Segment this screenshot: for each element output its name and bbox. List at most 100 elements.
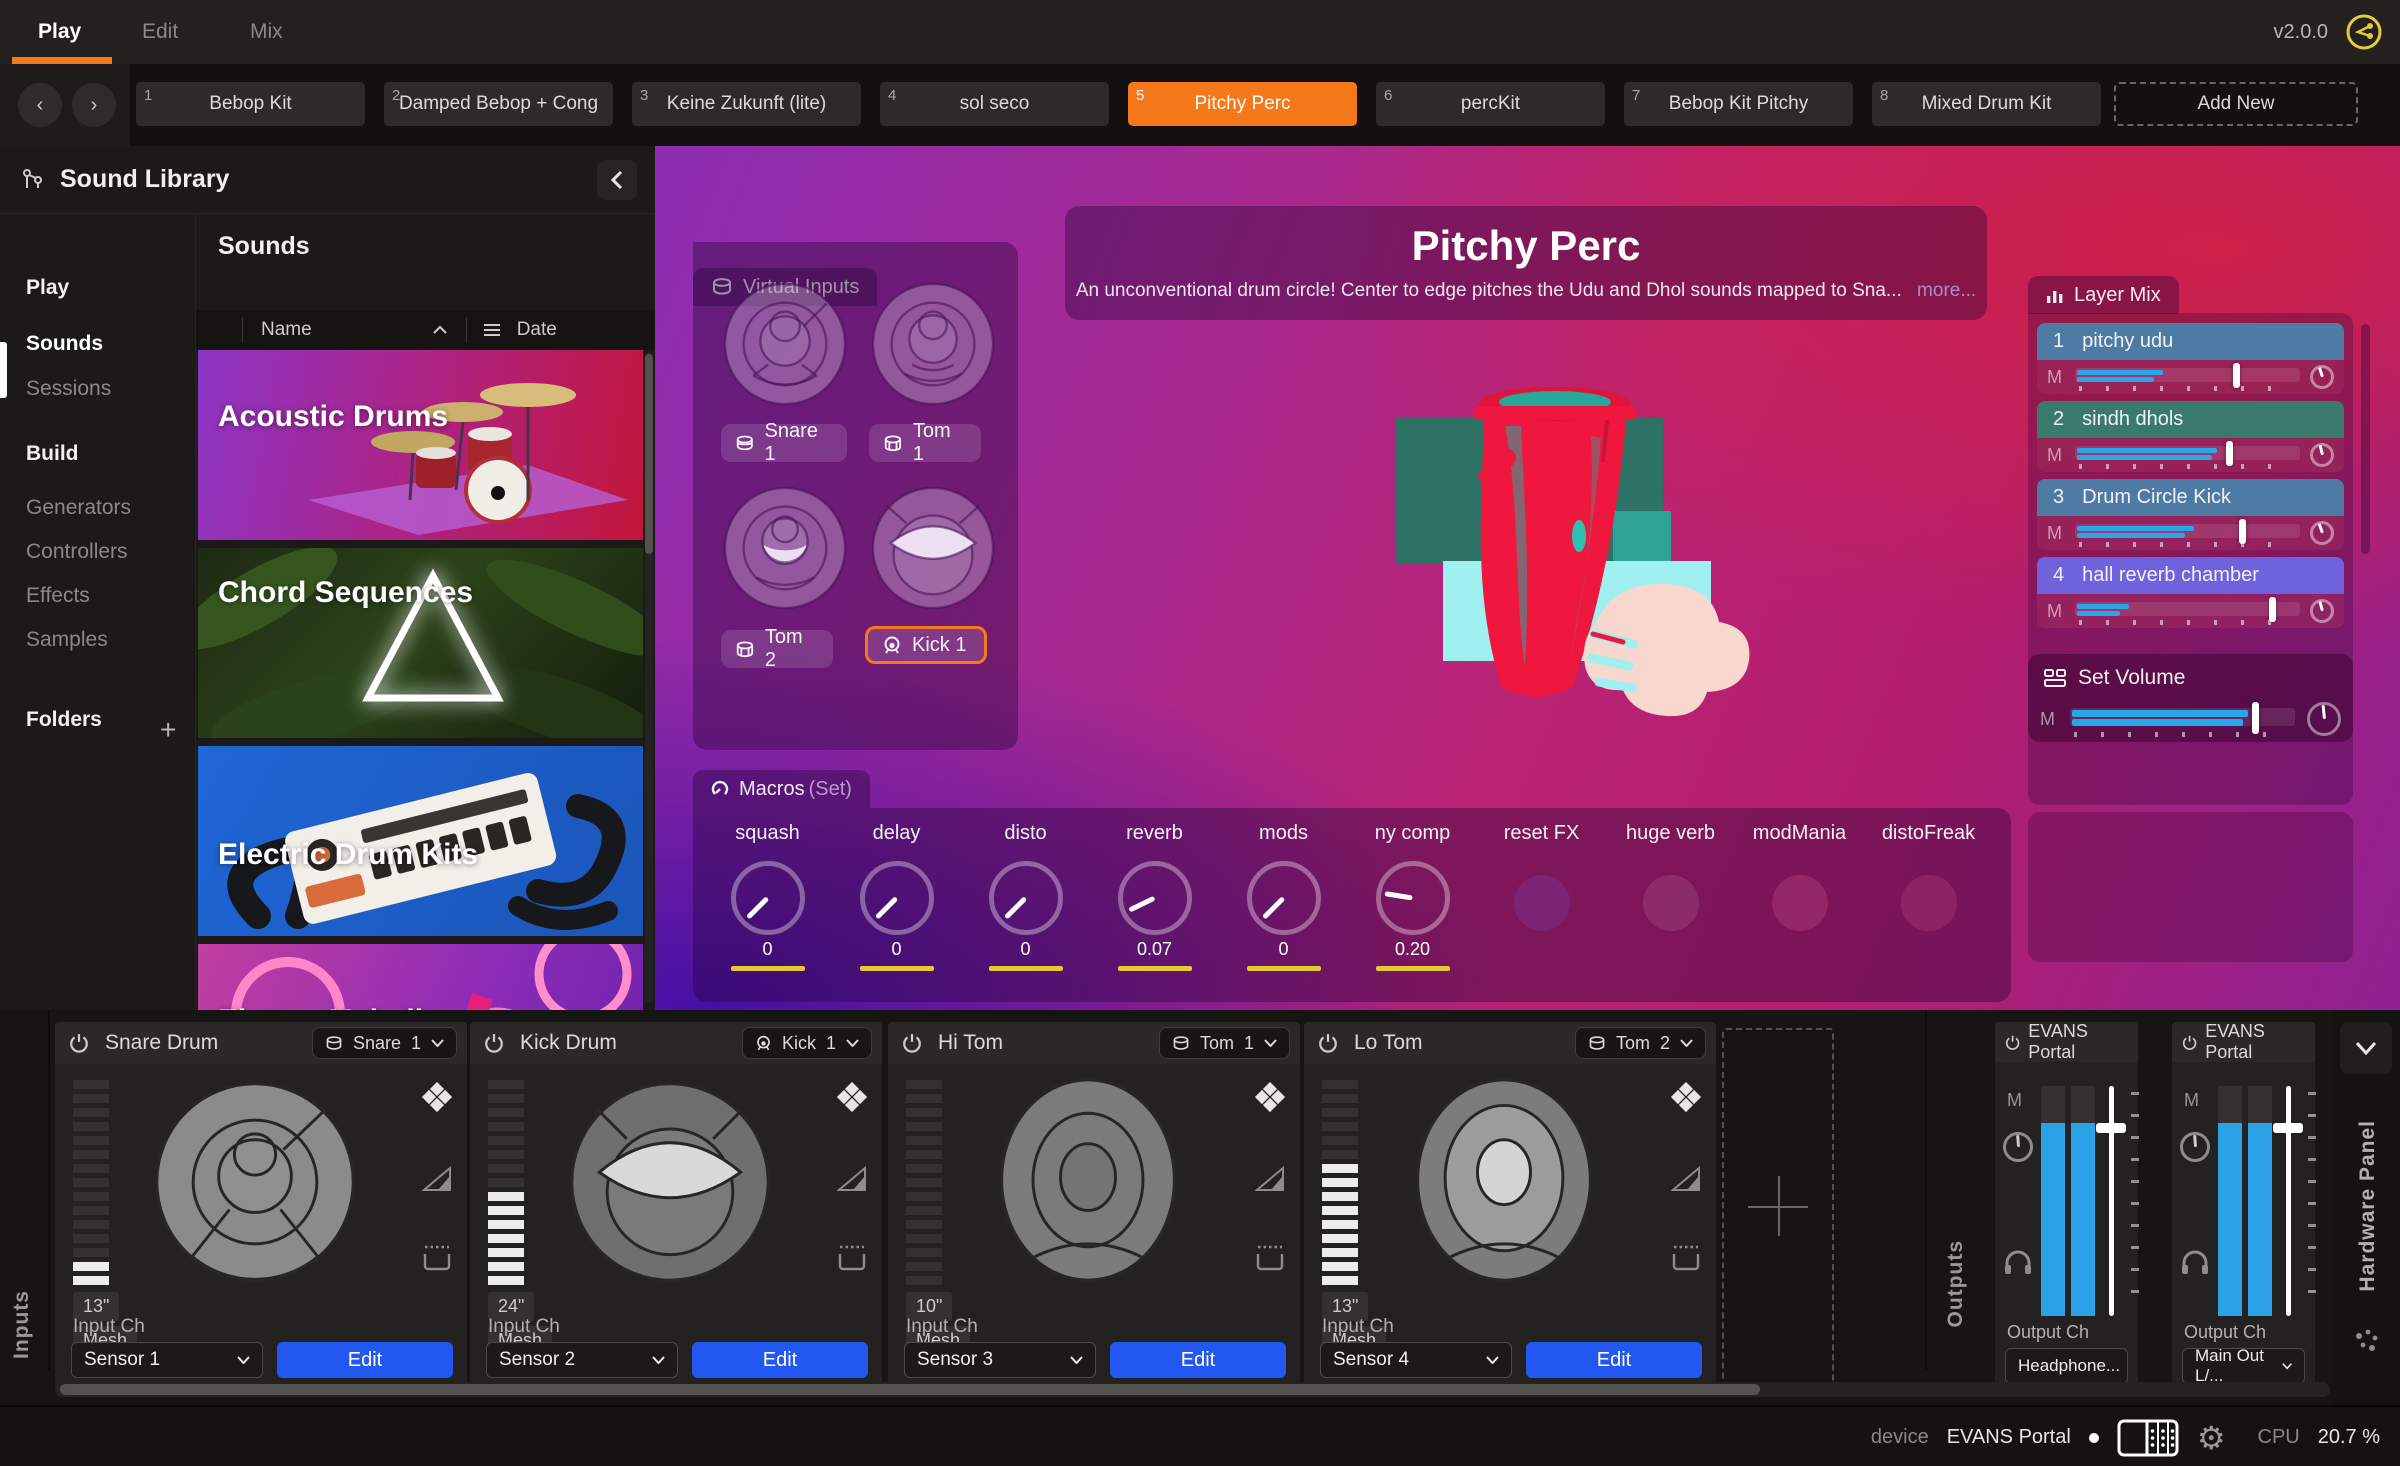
macro-button[interactable] [1643,875,1699,931]
nav-item-effects[interactable]: Effects [26,584,90,608]
mute-button[interactable]: M [2047,445,2065,466]
sound-card-chord-sequences[interactable]: Chord Sequences [198,548,643,738]
sounds-scrollbar[interactable] [645,352,653,1002]
layer-header[interactable]: 2sindh dhols [2037,401,2344,438]
headphones-icon[interactable] [2180,1250,2210,1276]
power-icon[interactable] [902,1033,922,1053]
macro-button[interactable] [1901,875,1957,931]
velocity-ramp-icon[interactable] [1255,1166,1285,1192]
device-hardware-icon[interactable] [2117,1419,2179,1457]
virtual-pad-tom-2[interactable] [721,484,849,612]
drum-frame-icon[interactable] [422,1244,452,1272]
macro-knob[interactable] [731,861,805,935]
horizontal-scrollbar[interactable] [55,1382,2330,1397]
output-knob[interactable] [2003,1132,2033,1162]
preset-slot-1[interactable]: 1Bebop Kit [136,82,365,126]
edit-button[interactable]: Edit [692,1342,868,1378]
add-channel-slot[interactable] [1722,1028,1834,1384]
kick-drum-graphic[interactable] [562,1074,778,1290]
hi-tom-graphic[interactable] [980,1074,1196,1290]
output-ch-dropdown[interactable]: Headphone... [2005,1348,2128,1384]
set-volume-fader[interactable] [2070,702,2295,736]
layers-diamond-icon[interactable] [1254,1082,1286,1114]
macro-knob[interactable] [1247,861,1321,935]
route-selector[interactable]: Kick 1 [742,1027,872,1059]
nav-item-samples[interactable]: Samples [26,628,108,652]
route-selector[interactable]: Tom 2 [1575,1027,1706,1059]
edit-button[interactable]: Edit [1110,1342,1286,1378]
sensor-dropdown[interactable]: Sensor 3 [904,1342,1096,1378]
nav-item-generators[interactable]: Generators [26,496,131,520]
macro-button[interactable] [1772,875,1828,931]
mute-button[interactable]: M [2047,367,2065,388]
macro-knob[interactable] [860,861,934,935]
layer-knob[interactable] [2310,599,2334,623]
headphones-icon[interactable] [2003,1250,2033,1276]
layer-knob[interactable] [2310,365,2334,389]
preset-next-button[interactable]: › [72,83,116,127]
sounds-scrollbar-thumb[interactable] [645,354,653,554]
tab-edit[interactable]: Edit [142,0,178,64]
virtual-pad-kick-1[interactable] [869,484,997,612]
nav-section-folders[interactable]: Folders [26,708,102,732]
virtual-pad-snare-1[interactable] [721,280,849,408]
sound-card-acoustic-drums[interactable]: Acoustic Drums [198,350,643,540]
preset-slot-7[interactable]: 7Bebop Kit Pitchy [1624,82,1853,126]
route-selector[interactable]: Snare 1 [312,1027,457,1059]
drum-frame-icon[interactable] [837,1244,867,1272]
set-volume-knob[interactable] [2307,702,2341,736]
preset-slot-8[interactable]: 8Mixed Drum Kit [1872,82,2101,126]
virtual-pad-snare-1-label[interactable]: Snare 1 [721,424,847,462]
layer-knob[interactable] [2310,521,2334,545]
power-icon[interactable] [2005,1034,2020,1051]
layer-header[interactable]: 1pitchy udu [2037,323,2344,360]
layer-fader[interactable] [2075,594,2300,628]
nav-item-controllers[interactable]: Controllers [26,540,128,564]
output-ch-dropdown[interactable]: Main Out L/... [2182,1348,2305,1384]
sound-card-electro-melodic[interactable]: Electro Melodic [198,944,643,1010]
layer-header[interactable]: 3Drum Circle Kick [2037,479,2344,516]
mute-button[interactable]: M [2184,1090,2199,1111]
layer-mix-scrollbar[interactable] [2361,324,2370,554]
sensor-dropdown[interactable]: Sensor 2 [486,1342,678,1378]
sensors-dots-icon[interactable] [2354,1328,2380,1354]
mute-button[interactable]: M [2040,709,2058,730]
edit-button[interactable]: Edit [277,1342,453,1378]
preset-prev-button[interactable]: ‹ [18,83,62,127]
mute-button[interactable]: M [2007,1090,2022,1111]
add-new-preset-button[interactable]: Add New [2114,82,2358,126]
virtual-pad-tom-1[interactable] [869,280,997,408]
nav-section-build[interactable]: Build [26,442,79,466]
more-link[interactable]: more... [1917,280,1976,301]
macro-button[interactable] [1514,875,1570,931]
power-icon[interactable] [2182,1034,2197,1051]
nav-item-sounds[interactable]: Sounds [26,332,103,356]
drum-frame-icon[interactable] [1671,1244,1701,1272]
layers-diamond-icon[interactable] [836,1082,868,1114]
collapse-hardware-panel-button[interactable] [2340,1022,2392,1074]
lo-tom-graphic[interactable] [1396,1074,1612,1290]
sensor-dropdown[interactable]: Sensor 1 [71,1342,263,1378]
nav-section-play[interactable]: Play [26,276,69,300]
power-icon[interactable] [69,1033,89,1053]
output-fader[interactable] [2099,1086,2135,1316]
preset-slot-4[interactable]: 4sol seco [880,82,1109,126]
virtual-pad-kick-1-label[interactable]: Kick 1 [865,626,987,664]
edit-button[interactable]: Edit [1526,1342,1702,1378]
layer-knob[interactable] [2310,443,2334,467]
layer-fader[interactable] [2075,516,2300,550]
tab-play[interactable]: Play [38,0,81,64]
nav-item-sessions[interactable]: Sessions [26,377,111,401]
preset-slot-5-active[interactable]: 5Pitchy Perc [1128,82,1357,126]
sort-by-date[interactable]: Date [467,319,573,341]
horizontal-scrollbar-thumb[interactable] [60,1384,1760,1395]
drum-frame-icon[interactable] [1255,1244,1285,1272]
add-folder-button[interactable]: + [160,714,176,746]
power-icon[interactable] [484,1033,504,1053]
preset-slot-3[interactable]: 3Keine Zukunft (lite) [632,82,861,126]
preset-slot-2[interactable]: 2Damped Bebop + Cong [384,82,613,126]
collapse-library-button[interactable] [597,160,637,200]
mute-button[interactable]: M [2047,601,2065,622]
brand-logo-icon[interactable] [2344,12,2384,52]
macro-knob[interactable] [1118,861,1192,935]
